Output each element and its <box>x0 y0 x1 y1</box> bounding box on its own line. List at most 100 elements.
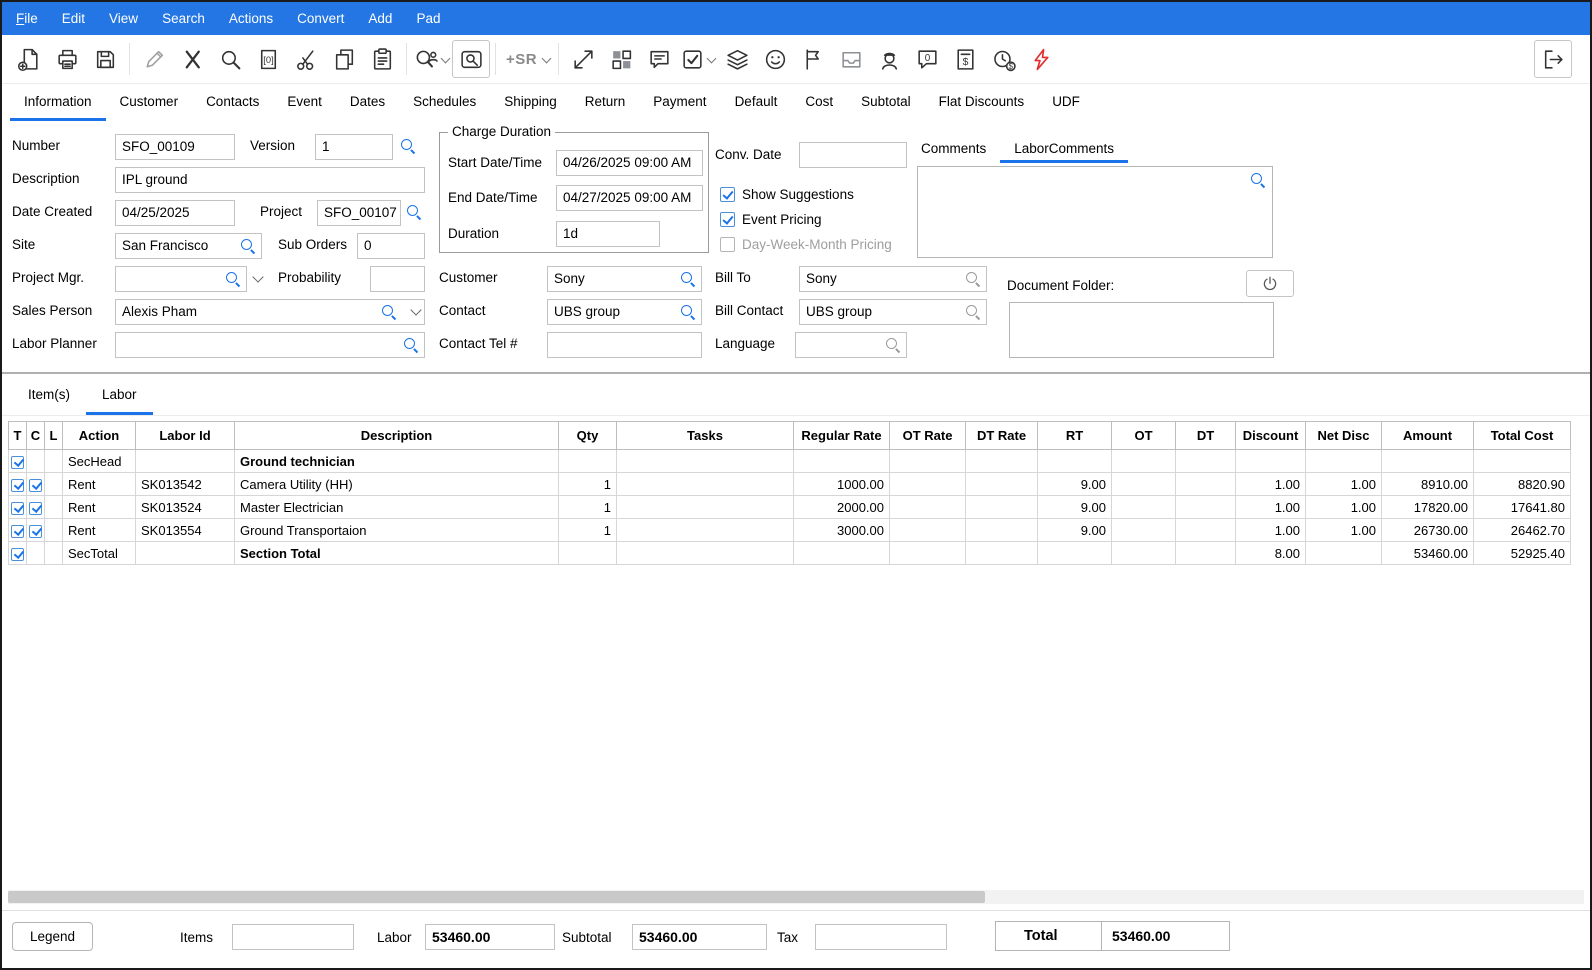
col-t[interactable]: T <box>9 422 27 450</box>
labor-planner-field[interactable] <box>115 332 425 358</box>
find-person-button[interactable] <box>412 40 452 78</box>
cell-rt[interactable] <box>1038 450 1112 473</box>
cell-amount[interactable]: 26730.00 <box>1382 519 1474 542</box>
menu-add[interactable]: Add <box>356 3 404 34</box>
cell-t-checkbox[interactable] <box>9 450 27 473</box>
cell-net_disc[interactable] <box>1306 542 1382 565</box>
cell-t-checkbox[interactable] <box>9 496 27 519</box>
col-tasks[interactable]: Tasks <box>617 422 794 450</box>
checkbox-checked[interactable] <box>11 456 24 469</box>
tiles-button[interactable] <box>602 40 640 78</box>
cell-labor_id[interactable]: SK013524 <box>136 496 235 519</box>
cell-t-checkbox[interactable] <box>9 473 27 496</box>
tab-contacts[interactable]: Contacts <box>192 84 273 121</box>
col-net_disc[interactable]: Net Disc <box>1306 422 1382 450</box>
menu-view[interactable]: View <box>97 3 150 34</box>
customer-field[interactable]: Sony <box>547 266 702 292</box>
find-window-button[interactable] <box>452 40 490 78</box>
date-created-field[interactable]: 04/25/2025 <box>115 200 235 226</box>
cell-action[interactable]: SecHead <box>63 450 136 473</box>
cell-ot[interactable] <box>1112 496 1176 519</box>
project-field[interactable]: SFO_00107 <box>317 200 401 226</box>
cell-rt[interactable] <box>1038 542 1112 565</box>
sales-person-field[interactable]: Alexis Pham <box>115 299 425 325</box>
cell-action[interactable]: SecTotal <box>63 542 136 565</box>
menu-convert[interactable]: Convert <box>285 3 356 34</box>
cell-amount[interactable] <box>1382 450 1474 473</box>
checkbox-checked[interactable] <box>29 479 42 492</box>
tab-payment[interactable]: Payment <box>639 84 720 121</box>
cell-regular_rate[interactable]: 3000.00 <box>794 519 890 542</box>
cell-dt[interactable] <box>1176 473 1236 496</box>
cell-total_cost[interactable] <box>1474 450 1571 473</box>
col-c[interactable]: C <box>27 422 45 450</box>
bill-to-search-icon[interactable] <box>966 272 980 286</box>
cell-amount[interactable]: 53460.00 <box>1382 542 1474 565</box>
col-rt[interactable]: RT <box>1038 422 1112 450</box>
show-suggestions-checkbox[interactable] <box>720 187 735 202</box>
cell-description[interactable]: Master Electrician <box>235 496 559 519</box>
cell-regular_rate[interactable]: 2000.00 <box>794 496 890 519</box>
exit-button[interactable] <box>1534 40 1572 78</box>
cell-l-checkbox[interactable] <box>45 450 63 473</box>
print-button[interactable] <box>48 40 86 78</box>
col-labor_id[interactable]: Labor Id <box>136 422 235 450</box>
col-discount[interactable]: Discount <box>1236 422 1306 450</box>
tab-cost[interactable]: Cost <box>791 84 847 121</box>
cell-qty[interactable] <box>559 542 617 565</box>
cell-qty[interactable]: 1 <box>559 473 617 496</box>
cell-rt[interactable]: 9.00 <box>1038 496 1112 519</box>
cell-tasks[interactable] <box>617 473 794 496</box>
site-search-icon[interactable] <box>241 239 255 253</box>
language-search-icon[interactable] <box>886 338 900 352</box>
tab-items[interactable]: Item(s) <box>12 374 86 415</box>
cell-t-checkbox[interactable] <box>9 519 27 542</box>
paste-button[interactable] <box>363 40 401 78</box>
cell-dt_rate[interactable] <box>966 450 1038 473</box>
day-week-month-checkbox[interactable] <box>720 237 735 252</box>
col-amount[interactable]: Amount <box>1382 422 1474 450</box>
cell-c-checkbox[interactable] <box>27 519 45 542</box>
cell-c-checkbox[interactable] <box>27 473 45 496</box>
cell-regular_rate[interactable] <box>794 542 890 565</box>
checkbox-checked[interactable] <box>11 525 24 538</box>
search-button[interactable] <box>211 40 249 78</box>
cell-discount[interactable]: 1.00 <box>1236 519 1306 542</box>
legend-button[interactable]: Legend <box>12 922 93 951</box>
cell-rt[interactable]: 9.00 <box>1038 519 1112 542</box>
cell-ot[interactable] <box>1112 519 1176 542</box>
cell-tasks[interactable] <box>617 496 794 519</box>
bill-contact-field[interactable]: UBS group <box>799 299 987 325</box>
cell-ot_rate[interactable] <box>890 519 966 542</box>
task-check-button[interactable] <box>678 40 718 78</box>
flag-button[interactable] <box>794 40 832 78</box>
scrollbar-thumb[interactable] <box>8 891 985 903</box>
horizontal-scrollbar[interactable] <box>8 890 1584 904</box>
chat-zero-button[interactable]: 0 <box>908 40 946 78</box>
site-field[interactable]: San Francisco <box>115 233 262 259</box>
smiley-button[interactable] <box>756 40 794 78</box>
time-dollar-button[interactable]: $ <box>984 40 1022 78</box>
cell-qty[interactable]: 1 <box>559 519 617 542</box>
cell-tasks[interactable] <box>617 450 794 473</box>
edit-pencil-button[interactable] <box>135 40 173 78</box>
cell-ot_rate[interactable] <box>890 473 966 496</box>
number-field[interactable]: SFO_00109 <box>115 134 235 160</box>
cell-total_cost[interactable]: 52925.40 <box>1474 542 1571 565</box>
project-search-icon[interactable] <box>407 205 421 219</box>
version-field[interactable]: 1 <box>315 134 393 160</box>
cell-net_disc[interactable]: 1.00 <box>1306 496 1382 519</box>
customer-search-icon[interactable] <box>681 272 695 286</box>
cell-ot[interactable] <box>1112 473 1176 496</box>
tray-button[interactable] <box>832 40 870 78</box>
cell-qty[interactable] <box>559 450 617 473</box>
save-button[interactable] <box>86 40 124 78</box>
chevron-down-icon[interactable] <box>543 55 551 63</box>
menu-file[interactable]: File <box>4 3 50 34</box>
cell-c-checkbox[interactable] <box>27 542 45 565</box>
cell-total_cost[interactable]: 26462.70 <box>1474 519 1571 542</box>
col-qty[interactable]: Qty <box>559 422 617 450</box>
version-search-icon[interactable] <box>401 139 415 153</box>
cell-qty[interactable]: 1 <box>559 496 617 519</box>
col-action[interactable]: Action <box>63 422 136 450</box>
